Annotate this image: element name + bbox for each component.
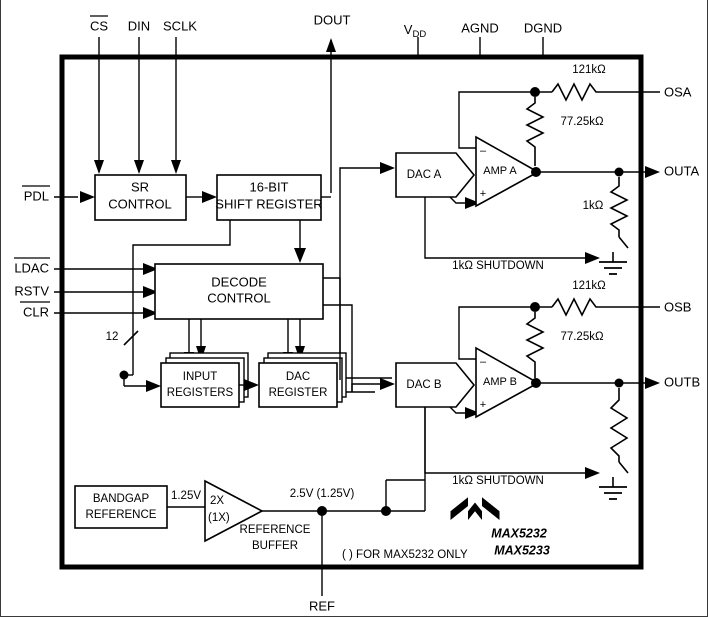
pin-label-dgnd: DGND [524, 20, 562, 35]
wire-ampa-feedback [458, 91, 534, 149]
pin-label-clr: CLR [23, 304, 49, 319]
dac-register-line2: REGISTER [269, 387, 328, 399]
dac-a-label: DAC A [407, 169, 442, 181]
arrow-outb [645, 377, 660, 389]
resistor-77k-a-label: 77.25kΩ [560, 116, 604, 128]
sr-control-line2: CONTROL [108, 196, 172, 211]
pin-label-cs: CS [90, 18, 108, 33]
block-input-registers [160, 362, 240, 408]
wire-dacb-to-ampb [449, 406, 465, 414]
resistor-1k-a [609, 177, 629, 237]
pin-label-agnd: AGND [461, 20, 499, 35]
input-registers-line1: INPUT [183, 371, 218, 383]
arrow-bus-to-dacb [380, 378, 395, 390]
bandgap-line1: BANDGAP [93, 493, 150, 505]
arrow-bus-to-daca [380, 162, 395, 174]
resistor-77k-b [525, 312, 545, 378]
wire-bus-to-dacb [351, 383, 380, 392]
pin-label-outa: OUTA [664, 163, 699, 178]
pin-label-outb: OUTB [664, 374, 700, 389]
bus-width-slash [123, 330, 139, 346]
refbuf-line2: BUFFER [252, 540, 298, 552]
switch-1k-b [618, 461, 629, 474]
bus-width-label: 12 [106, 331, 119, 343]
arrow-shift-to-decode [294, 248, 306, 263]
refbuf-line1: REFERENCE [240, 524, 311, 536]
arrow-outa [645, 166, 660, 178]
input-registers-line2: REGISTERS [167, 387, 234, 399]
shift-register-line2: SHIFT REGISTER [215, 196, 322, 211]
pin-label-dout: DOUT [314, 12, 351, 27]
ground-symbol-b [599, 486, 627, 500]
pin-label-ldac: LDAC [14, 260, 49, 275]
arrow-bus-to-input-reg [146, 380, 161, 392]
pin-label-pdl: PDL [24, 188, 49, 203]
pin-label-ref: REF [309, 598, 335, 613]
refbuf-gain-2x: 2X [210, 495, 224, 507]
dac-b-label: DAC B [406, 379, 441, 391]
resistor-121k-a [551, 82, 613, 102]
resistor-121k-b [551, 297, 613, 317]
part-number-1: MAX5232 [491, 526, 547, 540]
footnote-text: ( ) FOR MAX5232 ONLY [342, 549, 468, 561]
resistor-77k-a [525, 97, 545, 166]
wire-shutdown-a [424, 197, 585, 259]
ground-symbol-a [599, 261, 627, 275]
decode-control-line2: CONTROL [207, 290, 271, 305]
arrow-shutdown-a [585, 252, 600, 264]
block-dac-register [258, 362, 338, 408]
arrow-inputreg-to-dacreg [244, 379, 259, 391]
switch-1k-a [618, 236, 629, 249]
amp-b-minus-sign: – [480, 356, 487, 368]
part-number-2: MAX5233 [494, 543, 550, 557]
resistor-121k-b-label: 121kΩ [572, 280, 606, 292]
wire-bus-to-daca [339, 167, 380, 380]
bandgap-line2: REFERENCE [86, 509, 157, 521]
amp-a-minus-sign: – [480, 145, 487, 157]
wire-daca-to-ampa [449, 196, 465, 204]
resistor-121k-a-label: 121kΩ [572, 64, 606, 76]
amp-a-plus-sign: + [480, 188, 486, 200]
wire-shutdown-b [424, 407, 585, 474]
block-diagram-page: CS DIN SCLK DOUT VDD AGND DGND PDL LDAC … [0, 0, 708, 617]
shutdown-a-label: 1kΩ SHUTDOWN [452, 260, 544, 272]
wire-ampb-feedback [458, 306, 534, 360]
refbuf-gain-1x: (1X) [208, 512, 230, 524]
pin-label-din: DIN [128, 18, 150, 33]
pin-label-osa: OSA [664, 84, 692, 99]
amp-a-label: AMP A [483, 165, 517, 177]
pin-label-rstv: RSTV [14, 283, 49, 298]
shift-register-line1: 16-BIT [249, 179, 288, 194]
bandgap-output-voltage: 1.25V [171, 490, 201, 502]
sr-control-line1: SR [131, 179, 149, 194]
dac-register-line1: DAC [286, 371, 310, 383]
arrow-shutdown-b [585, 467, 600, 479]
maxim-logo [450, 497, 500, 520]
pin-label-sclk: SCLK [163, 18, 197, 33]
resistor-1k-a-label: 1kΩ [583, 200, 604, 212]
pin-label-osb: OSB [664, 299, 691, 314]
amp-b-plus-sign: + [480, 399, 486, 411]
shutdown-b-label: 1kΩ SHUTDOWN [452, 475, 544, 487]
amp-b-label: AMP B [483, 376, 517, 388]
resistor-77k-b-label: 77.25kΩ [560, 331, 604, 343]
decode-control-line1: DECODE [211, 274, 267, 289]
resistor-1k-b [609, 388, 629, 462]
pin-label-vdd: VDD [404, 22, 427, 39]
ref-output-voltage: 2.5V (1.25V) [290, 488, 355, 500]
functional-block-diagram: CS DIN SCLK DOUT VDD AGND DGND PDL LDAC … [14, 12, 700, 613]
